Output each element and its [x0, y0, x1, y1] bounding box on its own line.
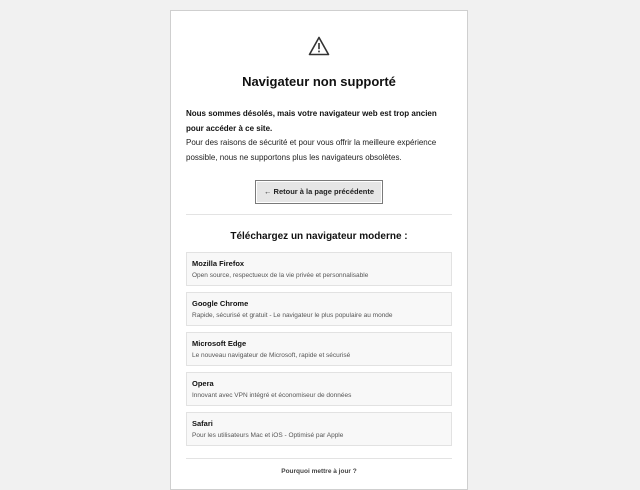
browser-description: Open source, respectueux de la vie privé…	[192, 272, 369, 279]
browser-item-chrome[interactable]: Google Chrome Rapide, sécurisé et gratui…	[186, 292, 452, 326]
back-button[interactable]: ← Retour à la page précédente	[255, 180, 383, 204]
browser-description: Pour les utilisateurs Mac et iOS - Optim…	[192, 432, 344, 439]
browser-description: Le nouveau navigateur de Microsoft, rapi…	[192, 352, 351, 359]
divider	[186, 458, 452, 459]
browser-item-safari[interactable]: Safari Pour les utilisateurs Mac et iOS …	[186, 412, 452, 446]
browser-name: Google Chrome	[192, 299, 249, 308]
back-button-wrapper: ← Retour à la page précédente	[186, 180, 452, 204]
download-section-title: Téléchargez un navigateur moderne :	[230, 231, 408, 242]
warning-triangle-icon	[308, 36, 330, 56]
browser-name: Opera	[192, 379, 214, 388]
divider	[186, 214, 452, 215]
intro-strong-text: Nous sommes désolés, mais votre navigate…	[186, 109, 437, 133]
browser-name: Safari	[192, 419, 213, 428]
browser-item-firefox[interactable]: Mozilla Firefox Open source, respectueux…	[186, 252, 452, 286]
unsupported-browser-card: Navigateur non supporté Nous sommes déso…	[170, 10, 468, 490]
browser-item-opera[interactable]: Opera Innovant avec VPN intégré et écono…	[186, 372, 452, 406]
intro-message: Nous sommes désolés, mais votre navigate…	[186, 107, 452, 165]
browser-name: Mozilla Firefox	[192, 259, 245, 268]
page-title: Navigateur non supporté	[242, 74, 396, 89]
why-update-title: Pourquoi mettre à jour ?	[281, 468, 357, 475]
browser-item-edge[interactable]: Microsoft Edge Le nouveau navigateur de …	[186, 332, 452, 366]
intro-detail-text: Pour des raisons de sécurité et pour vou…	[186, 138, 437, 162]
browser-description: Innovant avec VPN intégré et économiseur…	[192, 392, 352, 399]
browser-name: Microsoft Edge	[192, 339, 247, 348]
browser-description: Rapide, sécurisé et gratuit - Le navigat…	[192, 312, 393, 319]
browser-list: Mozilla Firefox Open source, respectueux…	[186, 252, 452, 446]
